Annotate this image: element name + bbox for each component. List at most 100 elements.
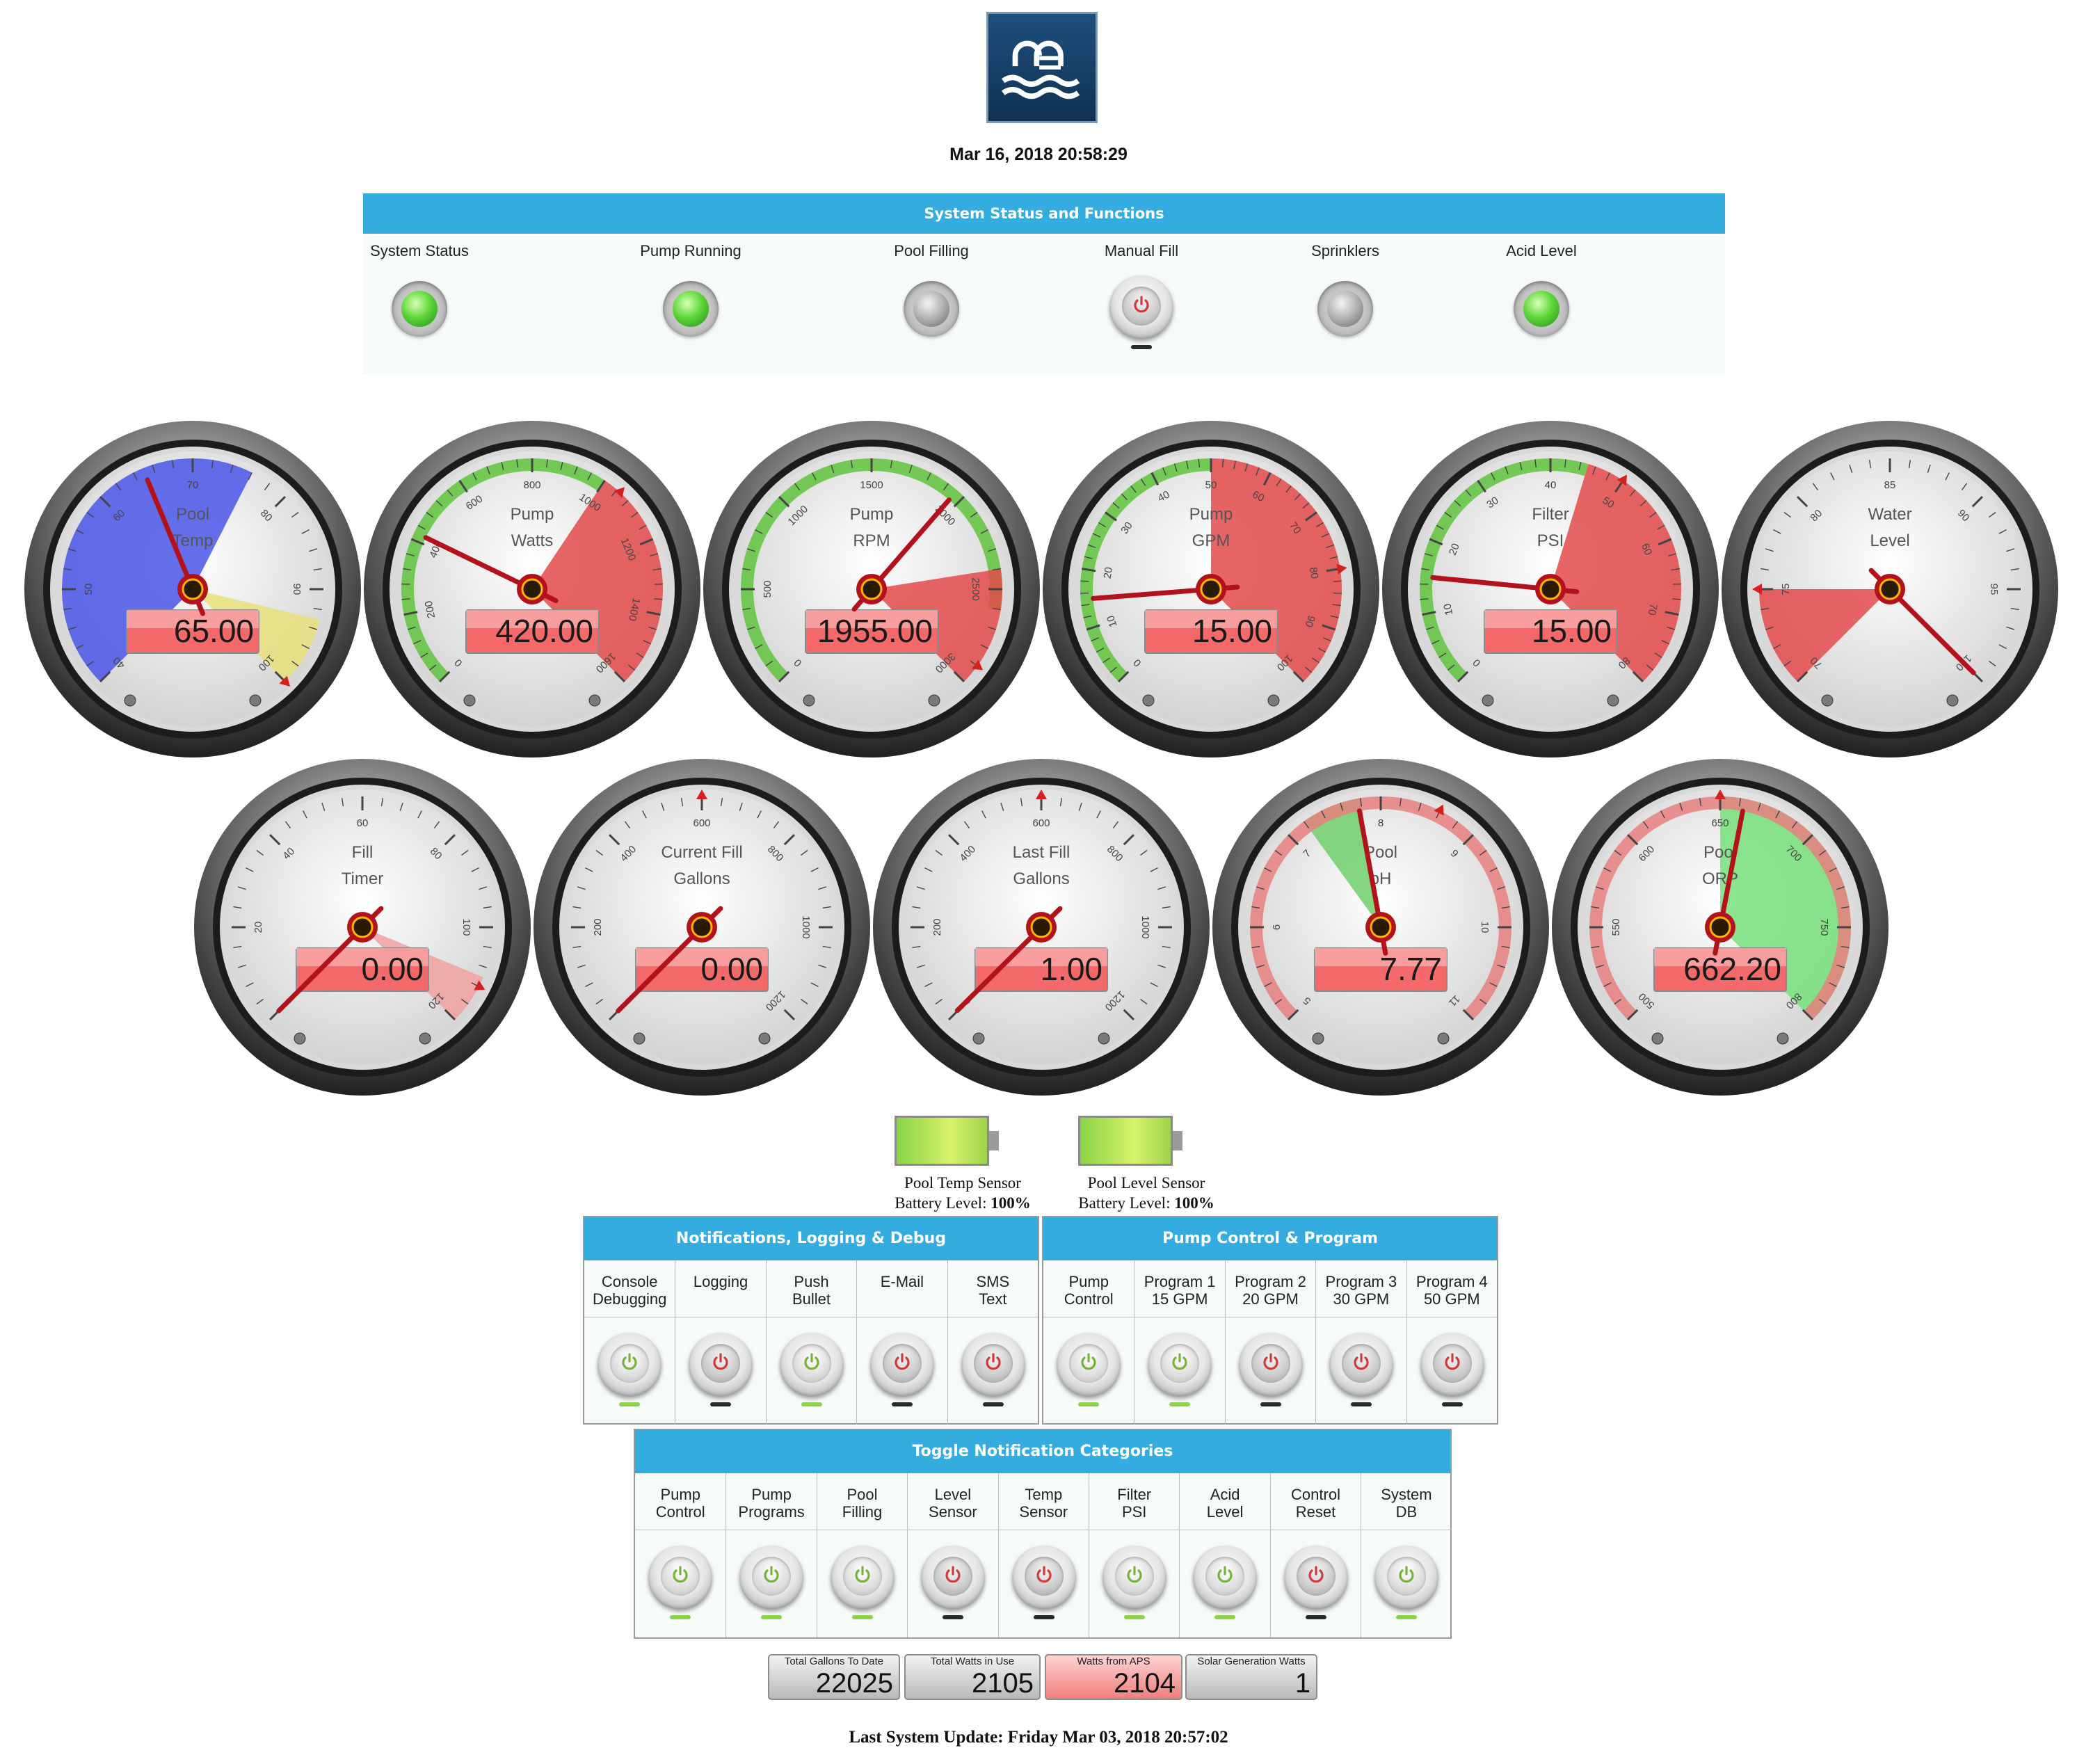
control-reset-toggle-button[interactable] — [1283, 1546, 1348, 1610]
toggle-column: Control Reset — [1269, 1473, 1361, 1637]
counter-value: 1 — [1294, 1668, 1310, 1699]
toggle-column-label: Push Bullet — [766, 1260, 857, 1317]
toggle-column: Logging — [675, 1260, 766, 1425]
gauge-screw — [972, 1032, 985, 1045]
counter-value: 2105 — [972, 1668, 1034, 1699]
status-item-manual-fill[interactable]: Manual Fill — [1065, 242, 1218, 349]
logging-toggle-button[interactable] — [689, 1333, 753, 1397]
power-icon — [673, 1566, 688, 1583]
gauge-title-line2: Temp — [173, 531, 214, 550]
power-state-indicator — [619, 1402, 640, 1406]
system-db-toggle-button[interactable] — [1374, 1546, 1439, 1610]
push-bullet-toggle-button[interactable] — [779, 1333, 844, 1397]
status-item-system-status: System Status — [343, 242, 496, 337]
power-state-indicator — [1169, 1402, 1191, 1406]
gauge-screw — [1312, 1032, 1324, 1045]
gauge-tick-label: 8 — [1378, 817, 1384, 829]
toggle-column-label: Logging — [675, 1260, 766, 1317]
gauge-screw — [1482, 694, 1494, 707]
gauge-tick-label: 600 — [693, 817, 710, 829]
toggle-label-line1: Pool — [847, 1486, 878, 1503]
toggle-label-line2: Control — [655, 1503, 705, 1521]
toggle-column: Push Bullet — [765, 1260, 857, 1425]
status-item-label: Sprinklers — [1311, 242, 1379, 259]
battery-label: Pool Level Sensor Battery Level: 100% — [1042, 1173, 1251, 1213]
toggle-label-line1: Control — [1291, 1486, 1340, 1503]
toggle-label-line1: Temp — [1025, 1486, 1063, 1503]
gauge-tick-label: 1500 — [860, 479, 883, 491]
toggle-label-line2: 50 GPM — [1423, 1290, 1480, 1308]
toggle-column: Filter PSI — [1089, 1473, 1180, 1637]
status-item-label: Acid Level — [1506, 242, 1577, 259]
toggle-label-line1: Push — [794, 1273, 829, 1290]
program-3-30-gpm-toggle-button[interactable] — [1329, 1333, 1394, 1397]
program-1-15-gpm-toggle-button[interactable] — [1148, 1333, 1212, 1397]
last-fill-gallons-gauge: 020040060080010001200Last FillGallons1.0… — [871, 757, 1212, 1098]
gauge-screw — [1267, 694, 1280, 707]
toggle-column-label: Level Sensor — [908, 1473, 998, 1530]
toggle-column: Level Sensor — [907, 1473, 998, 1637]
program-4-50-gpm-toggle-button[interactable] — [1420, 1333, 1484, 1397]
program-2-20-gpm-toggle-button[interactable] — [1238, 1333, 1303, 1397]
battery-level-value: 100% — [1174, 1194, 1214, 1212]
pump-gpm-gauge: 0 10 20 30 40 50 60 70 80 90 100 Pump GPM 15.00 — [1041, 419, 1381, 760]
power-state-indicator — [982, 1402, 1004, 1406]
pump-control-toggle-button[interactable] — [1057, 1333, 1121, 1397]
toggle-label-line2: 30 GPM — [1333, 1290, 1390, 1308]
e-mail-toggle-button[interactable] — [870, 1333, 935, 1397]
status-led-gray — [904, 281, 959, 337]
temp-sensor-toggle-button[interactable] — [1011, 1546, 1076, 1610]
status-item-pump-running: Pump Running — [614, 242, 767, 337]
toggle-column: Program 1 15 GPM — [1134, 1260, 1225, 1425]
toggle-table-header: Toggle Notification Categories — [635, 1430, 1450, 1473]
gauge-screw — [249, 694, 262, 707]
power-state-indicator — [1078, 1402, 1099, 1406]
pump-control-toggle-button[interactable] — [648, 1546, 712, 1610]
manual-fill-power-button[interactable] — [1109, 275, 1173, 339]
toggle-label-line2: Bullet — [792, 1290, 831, 1308]
gauge-value: 0.00 — [361, 951, 424, 987]
status-item-sprinklers: Sprinklers — [1269, 242, 1422, 337]
level-sensor-toggle-button[interactable] — [921, 1546, 986, 1610]
gauge-title-line1: Pump — [511, 505, 554, 524]
power-state-indicator — [943, 1615, 964, 1619]
toggle-column: Temp Sensor — [997, 1473, 1089, 1637]
sms-text-toggle-button[interactable] — [961, 1333, 1025, 1397]
counter-label: Total Watts in Use — [930, 1655, 1015, 1667]
gauge-tick-label: 550 — [1610, 918, 1622, 936]
power-icon — [1354, 1353, 1369, 1370]
power-icon — [1308, 1566, 1324, 1583]
gauge-screw — [758, 1032, 771, 1045]
toggle-label-line1: E-Mail — [880, 1273, 924, 1290]
toggle-label-line2: Filling — [842, 1503, 883, 1521]
battery-label: Pool Temp Sensor Battery Level: 100% — [858, 1173, 1067, 1213]
toggle-notification-categories-table: Toggle Notification Categories Pump Contr… — [634, 1429, 1452, 1639]
battery-level-line: Battery Level: 100% — [858, 1193, 1067, 1213]
counter-label: Total Gallons To Date — [784, 1655, 884, 1667]
gauge-tick-label: 6 — [1271, 924, 1283, 930]
gauge-tick-label: 1000 — [1139, 915, 1151, 938]
status-item-acid-level: Acid Level — [1465, 242, 1618, 337]
toggle-column: Pump Control — [635, 1473, 726, 1637]
toggle-column-label: Console Debugging — [584, 1260, 675, 1317]
toggle-column: Acid Level — [1179, 1473, 1270, 1637]
gauge-tick-label: 80 — [1307, 566, 1320, 579]
power-icon — [804, 1353, 819, 1370]
gauge-title-line1: Filter — [1532, 505, 1569, 524]
toggle-column-label: E-Mail — [857, 1260, 947, 1317]
gauge-tick-label: 2500 — [970, 577, 981, 600]
battery-level-prefix: Battery Level: — [1078, 1194, 1175, 1212]
pool-filling-toggle-button[interactable] — [830, 1546, 895, 1610]
notifications-logging-debug-table: Notifications, Logging & Debug Console De… — [583, 1216, 1039, 1425]
filter-psi-toggle-button[interactable] — [1102, 1546, 1166, 1610]
pump-watts-gauge: 0 200 400 600 800 1000 1200 1400 1600 Pump Watts 42… — [362, 419, 703, 760]
gauge-tick — [654, 598, 663, 600]
gauge-tick-label: 200 — [931, 918, 943, 936]
gauge-value: 7.77 — [1379, 951, 1442, 987]
pump-programs-toggle-button[interactable] — [739, 1546, 804, 1610]
acid-level-toggle-button[interactable] — [1193, 1546, 1258, 1610]
console-debugging-toggle-button[interactable] — [598, 1333, 661, 1397]
toggle-label-line1: Pump — [660, 1486, 700, 1503]
gauge-tick-label: 60 — [357, 817, 369, 829]
counter-label: Watts from APS — [1077, 1655, 1150, 1667]
